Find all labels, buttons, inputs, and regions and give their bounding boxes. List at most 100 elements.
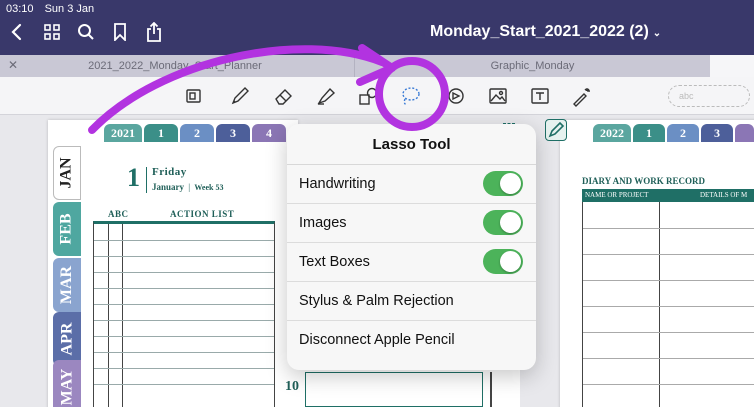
number-tab-more[interactable] (735, 124, 754, 142)
year-tab-label: 2021 (111, 125, 135, 140)
month-tab-label: MAR (58, 265, 75, 305)
number-tab-3[interactable]: 3 (701, 124, 733, 142)
number-tab-label: 3 (714, 125, 720, 140)
grid-row-line (94, 272, 274, 273)
handwriting-row[interactable]: Handwriting (287, 165, 536, 204)
month-tab-jan[interactable]: JAN (53, 146, 81, 200)
handwriting-label: Handwriting (299, 176, 376, 192)
lasso-icon[interactable] (398, 84, 422, 108)
pen-icon[interactable] (228, 84, 252, 108)
disconnect-pencil-item[interactable]: Disconnect Apple Pencil (287, 321, 536, 360)
week-label: Week 53 (194, 183, 224, 192)
grid-column-line (122, 224, 123, 407)
tab-label: Graphic_Monday (490, 60, 575, 72)
month-week-label: January | Week 53 (152, 182, 224, 192)
text-box-icon[interactable] (528, 84, 552, 108)
eraser-icon[interactable] (272, 84, 296, 108)
schedule-row-10[interactable]: 10 (280, 372, 530, 407)
lasso-tool-popover: Lasso Tool Handwriting Images Text Boxes… (287, 124, 536, 370)
shapes-icon[interactable] (356, 84, 380, 108)
diary-title: DIARY AND WORK RECORD (582, 176, 705, 186)
diary-grid[interactable] (582, 202, 754, 407)
number-tab-2[interactable]: 2 (667, 124, 699, 142)
tab-new[interactable] (710, 55, 754, 77)
grid-column-line (108, 224, 109, 407)
grid-row-line (94, 368, 274, 369)
diary-header-bar: NAME OR PROJECT DETAILS OF M (582, 189, 754, 202)
number-tab-label: 1 (646, 125, 652, 140)
number-tab-3[interactable]: 3 (216, 124, 250, 142)
number-tab-4[interactable]: 4 (252, 124, 286, 142)
images-toggle[interactable] (483, 210, 523, 235)
highlighter-icon[interactable] (314, 84, 338, 108)
number-tab-label: 2 (194, 125, 200, 140)
month-label: January (152, 182, 185, 192)
hour-label: 10 (285, 379, 299, 394)
share-icon[interactable] (144, 22, 164, 42)
image-icon[interactable] (486, 84, 510, 108)
back-chevron-icon[interactable] (6, 22, 26, 42)
grid-row-line (94, 336, 274, 337)
app-screen: 03:10 Sun 3 Jan Monday_Start_2021_2022 (… (0, 0, 754, 407)
stylus-palm-rejection-label: Stylus & Palm Rejection (299, 293, 454, 309)
ink-preview-pill[interactable]: abc (668, 85, 750, 107)
images-row[interactable]: Images (287, 204, 536, 243)
year-tab-2022[interactable]: 2022 (593, 124, 631, 142)
month-tab-mar[interactable]: MAR (53, 258, 81, 312)
handwriting-toggle[interactable] (483, 171, 523, 196)
year-tab-2021[interactable]: 2021 (104, 124, 142, 142)
laser-pointer-icon[interactable] (570, 84, 594, 108)
number-tab-1[interactable]: 1 (144, 124, 178, 142)
month-tab-label: JAN (58, 157, 76, 189)
hour-box[interactable] (305, 372, 483, 407)
month-tab-may[interactable]: MAY (53, 360, 81, 407)
grid-row-line (583, 280, 754, 281)
month-tab-feb[interactable]: FEB (53, 202, 81, 256)
month-tab-label: APR (58, 322, 76, 356)
grid-row-line (94, 352, 274, 353)
text-boxes-row[interactable]: Text Boxes (287, 243, 536, 282)
number-tab-label: 1 (158, 125, 164, 140)
grid-column-line (659, 202, 660, 407)
grid-row-line (583, 254, 754, 255)
text-boxes-toggle[interactable] (483, 249, 523, 274)
month-tab-label: FEB (58, 213, 75, 245)
images-label: Images (299, 215, 347, 231)
tab-planner[interactable]: 2021_2022_Monday_Start_Planner (30, 55, 320, 77)
name-project-header: NAME OR PROJECT (585, 191, 649, 199)
number-tab-1[interactable]: 1 (633, 124, 665, 142)
status-time: 03:10 (6, 3, 34, 15)
toggle-knob (500, 212, 521, 233)
hour-side-box[interactable] (490, 372, 530, 407)
status-bar: 03:10 Sun 3 Jan (6, 3, 102, 15)
grid-row-line (583, 228, 754, 229)
bookmark-icon[interactable] (110, 22, 130, 42)
pill-text: abc (679, 91, 694, 101)
search-icon[interactable] (76, 22, 96, 42)
action-list-header: ACTION LIST (170, 209, 235, 219)
element-icon[interactable] (444, 84, 468, 108)
month-tab-apr[interactable]: APR (53, 312, 81, 366)
number-tab-label: 3 (230, 125, 236, 140)
grid-row-line (583, 332, 754, 333)
document-title[interactable]: Monday_Start_2021_2022 (2) ⌄ (430, 23, 661, 41)
toggle-knob (500, 173, 521, 194)
year-tab-label: 2022 (600, 125, 624, 140)
page-icon[interactable] (182, 84, 206, 108)
grid-row-line (94, 256, 274, 257)
tab-graphic[interactable]: Graphic_Monday (355, 55, 710, 77)
action-list-grid[interactable] (93, 221, 275, 407)
grid-row-line (94, 384, 274, 385)
weekday-label: Friday (152, 166, 187, 178)
grid-view-icon[interactable] (42, 22, 62, 42)
text-boxes-label: Text Boxes (299, 254, 370, 270)
grid-row-line (583, 306, 754, 307)
grid-row-line (94, 240, 274, 241)
planner-pen-icon[interactable] (545, 119, 567, 141)
stylus-palm-rejection-item[interactable]: Stylus & Palm Rejection (287, 282, 536, 321)
close-tab-icon[interactable]: ✕ (8, 58, 18, 72)
popover-title: Lasso Tool (287, 124, 536, 165)
grid-row-line (583, 358, 754, 359)
number-tab-2[interactable]: 2 (180, 124, 214, 142)
disconnect-pencil-label: Disconnect Apple Pencil (299, 332, 455, 348)
